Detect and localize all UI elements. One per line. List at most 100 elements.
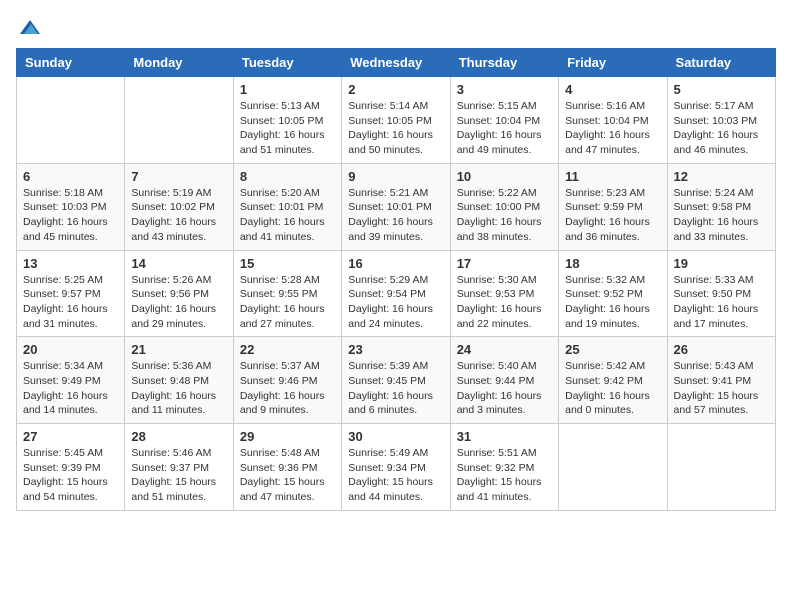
- calendar-cell: 27Sunrise: 5:45 AM Sunset: 9:39 PM Dayli…: [17, 424, 125, 511]
- day-info: Sunrise: 5:25 AM Sunset: 9:57 PM Dayligh…: [23, 273, 118, 332]
- day-number: 29: [240, 429, 335, 444]
- calendar-table: SundayMondayTuesdayWednesdayThursdayFrid…: [16, 48, 776, 511]
- day-number: 7: [131, 169, 226, 184]
- day-number: 15: [240, 256, 335, 271]
- day-info: Sunrise: 5:22 AM Sunset: 10:00 PM Daylig…: [457, 186, 552, 245]
- day-info: Sunrise: 5:39 AM Sunset: 9:45 PM Dayligh…: [348, 359, 443, 418]
- day-number: 3: [457, 82, 552, 97]
- calendar-cell: [125, 77, 233, 164]
- calendar-cell: 15 Sunrise: 5:28 AM Sunset: 9:55 PM Dayli…: [233, 250, 341, 337]
- calendar-cell: 5 Sunrise: 5:17 AM Sunset: 10:03 PM Dayli…: [667, 77, 775, 164]
- day-of-week-header: Thursday: [450, 49, 558, 77]
- day-number: 22: [240, 342, 335, 357]
- day-number: 20: [23, 342, 118, 357]
- day-number: 31: [457, 429, 552, 444]
- calendar-cell: 26 Sunrise: 5:43 AM Sunset: 9:41 PM Dayli…: [667, 337, 775, 424]
- calendar-cell: 3 Sunrise: 5:15 AM Sunset: 10:04 PM Dayli…: [450, 77, 558, 164]
- day-info: Sunrise: 5:24 AM Sunset: 9:58 PM Dayligh…: [674, 186, 769, 245]
- calendar-cell: 4 Sunrise: 5:16 AM Sunset: 10:04 PM Dayli…: [559, 77, 667, 164]
- logo: [16, 16, 42, 40]
- day-number: 26: [674, 342, 769, 357]
- calendar-cell: 2 Sunrise: 5:14 AM Sunset: 10:05 PM Dayli…: [342, 77, 450, 164]
- day-number: 13: [23, 256, 118, 271]
- day-info: Sunrise: 5:14 AM Sunset: 10:05 PM Daylig…: [348, 99, 443, 158]
- calendar-header: SundayMondayTuesdayWednesdayThursdayFrid…: [17, 49, 776, 77]
- day-info: Sunrise: 5:30 AM Sunset: 9:53 PM Dayligh…: [457, 273, 552, 332]
- day-of-week-header: Sunday: [17, 49, 125, 77]
- calendar-cell: 10 Sunrise: 5:22 AM Sunset: 10:00 PM Dayl…: [450, 163, 558, 250]
- day-number: 9: [348, 169, 443, 184]
- day-info: Sunrise: 5:13 AM Sunset: 10:05 PM Daylig…: [240, 99, 335, 158]
- calendar-cell: 1 Sunrise: 5:13 AM Sunset: 10:05 PM Dayli…: [233, 77, 341, 164]
- day-of-week-header: Wednesday: [342, 49, 450, 77]
- day-number: 5: [674, 82, 769, 97]
- day-info: Sunrise: 5:49 AM Sunset: 9:34 PM Dayligh…: [348, 446, 443, 505]
- logo-icon: [18, 16, 42, 40]
- calendar-cell: [17, 77, 125, 164]
- day-info: Sunrise: 5:34 AM Sunset: 9:49 PM Dayligh…: [23, 359, 118, 418]
- calendar-cell: 11Sunrise: 5:23 AM Sunset: 9:59 PM Dayli…: [559, 163, 667, 250]
- day-info: Sunrise: 5:48 AM Sunset: 9:36 PM Dayligh…: [240, 446, 335, 505]
- day-number: 2: [348, 82, 443, 97]
- day-info: Sunrise: 5:43 AM Sunset: 9:41 PM Dayligh…: [674, 359, 769, 418]
- calendar-cell: 19 Sunrise: 5:33 AM Sunset: 9:50 PM Dayli…: [667, 250, 775, 337]
- day-info: Sunrise: 5:18 AM Sunset: 10:03 PM Daylig…: [23, 186, 118, 245]
- calendar-cell: 7Sunrise: 5:19 AM Sunset: 10:02 PM Dayli…: [125, 163, 233, 250]
- calendar-week-row: 20 Sunrise: 5:34 AM Sunset: 9:49 PM Dayli…: [17, 337, 776, 424]
- day-info: Sunrise: 5:36 AM Sunset: 9:48 PM Dayligh…: [131, 359, 226, 418]
- calendar-cell: 12 Sunrise: 5:24 AM Sunset: 9:58 PM Dayli…: [667, 163, 775, 250]
- calendar-cell: 6Sunrise: 5:18 AM Sunset: 10:03 PM Dayli…: [17, 163, 125, 250]
- day-of-week-header: Monday: [125, 49, 233, 77]
- day-of-week-header: Saturday: [667, 49, 775, 77]
- calendar-week-row: 13 Sunrise: 5:25 AM Sunset: 9:57 PM Dayli…: [17, 250, 776, 337]
- day-of-week-header: Tuesday: [233, 49, 341, 77]
- day-info: Sunrise: 5:46 AM Sunset: 9:37 PM Dayligh…: [131, 446, 226, 505]
- calendar-cell: 31 Sunrise: 5:51 AM Sunset: 9:32 PM Dayli…: [450, 424, 558, 511]
- day-number: 16: [348, 256, 443, 271]
- day-number: 30: [348, 429, 443, 444]
- calendar-cell: 22Sunrise: 5:37 AM Sunset: 9:46 PM Dayli…: [233, 337, 341, 424]
- day-info: Sunrise: 5:26 AM Sunset: 9:56 PM Dayligh…: [131, 273, 226, 332]
- day-info: Sunrise: 5:51 AM Sunset: 9:32 PM Dayligh…: [457, 446, 552, 505]
- day-number: 21: [131, 342, 226, 357]
- calendar-cell: 25Sunrise: 5:42 AM Sunset: 9:42 PM Dayli…: [559, 337, 667, 424]
- calendar-cell: 20 Sunrise: 5:34 AM Sunset: 9:49 PM Dayli…: [17, 337, 125, 424]
- calendar-cell: 21 Sunrise: 5:36 AM Sunset: 9:48 PM Dayli…: [125, 337, 233, 424]
- calendar-cell: [667, 424, 775, 511]
- calendar-cell: 29 Sunrise: 5:48 AM Sunset: 9:36 PM Dayli…: [233, 424, 341, 511]
- day-info: Sunrise: 5:33 AM Sunset: 9:50 PM Dayligh…: [674, 273, 769, 332]
- day-number: 18: [565, 256, 660, 271]
- day-info: Sunrise: 5:15 AM Sunset: 10:04 PM Daylig…: [457, 99, 552, 158]
- calendar-cell: 9Sunrise: 5:21 AM Sunset: 10:01 PM Dayli…: [342, 163, 450, 250]
- day-number: 27: [23, 429, 118, 444]
- day-info: Sunrise: 5:32 AM Sunset: 9:52 PM Dayligh…: [565, 273, 660, 332]
- calendar-cell: 8 Sunrise: 5:20 AM Sunset: 10:01 PM Dayli…: [233, 163, 341, 250]
- day-info: Sunrise: 5:17 AM Sunset: 10:03 PM Daylig…: [674, 99, 769, 158]
- calendar-body: 1 Sunrise: 5:13 AM Sunset: 10:05 PM Dayli…: [17, 77, 776, 511]
- day-number: 8: [240, 169, 335, 184]
- day-number: 1: [240, 82, 335, 97]
- calendar-cell: 30 Sunrise: 5:49 AM Sunset: 9:34 PM Dayli…: [342, 424, 450, 511]
- calendar-cell: [559, 424, 667, 511]
- day-number: 10: [457, 169, 552, 184]
- day-info: Sunrise: 5:20 AM Sunset: 10:01 PM Daylig…: [240, 186, 335, 245]
- calendar-cell: 16Sunrise: 5:29 AM Sunset: 9:54 PM Dayli…: [342, 250, 450, 337]
- calendar-cell: 28Sunrise: 5:46 AM Sunset: 9:37 PM Dayli…: [125, 424, 233, 511]
- calendar-week-row: 6Sunrise: 5:18 AM Sunset: 10:03 PM Dayli…: [17, 163, 776, 250]
- day-number: 23: [348, 342, 443, 357]
- day-number: 17: [457, 256, 552, 271]
- day-info: Sunrise: 5:16 AM Sunset: 10:04 PM Daylig…: [565, 99, 660, 158]
- day-number: 12: [674, 169, 769, 184]
- calendar-week-row: 1 Sunrise: 5:13 AM Sunset: 10:05 PM Dayli…: [17, 77, 776, 164]
- day-info: Sunrise: 5:40 AM Sunset: 9:44 PM Dayligh…: [457, 359, 552, 418]
- day-number: 11: [565, 169, 660, 184]
- day-number: 4: [565, 82, 660, 97]
- day-info: Sunrise: 5:42 AM Sunset: 9:42 PM Dayligh…: [565, 359, 660, 418]
- day-number: 19: [674, 256, 769, 271]
- calendar-cell: 14Sunrise: 5:26 AM Sunset: 9:56 PM Dayli…: [125, 250, 233, 337]
- page-header: [16, 16, 776, 40]
- calendar-cell: 24Sunrise: 5:40 AM Sunset: 9:44 PM Dayli…: [450, 337, 558, 424]
- calendar-cell: 17 Sunrise: 5:30 AM Sunset: 9:53 PM Dayli…: [450, 250, 558, 337]
- day-of-week-header: Friday: [559, 49, 667, 77]
- day-info: Sunrise: 5:28 AM Sunset: 9:55 PM Dayligh…: [240, 273, 335, 332]
